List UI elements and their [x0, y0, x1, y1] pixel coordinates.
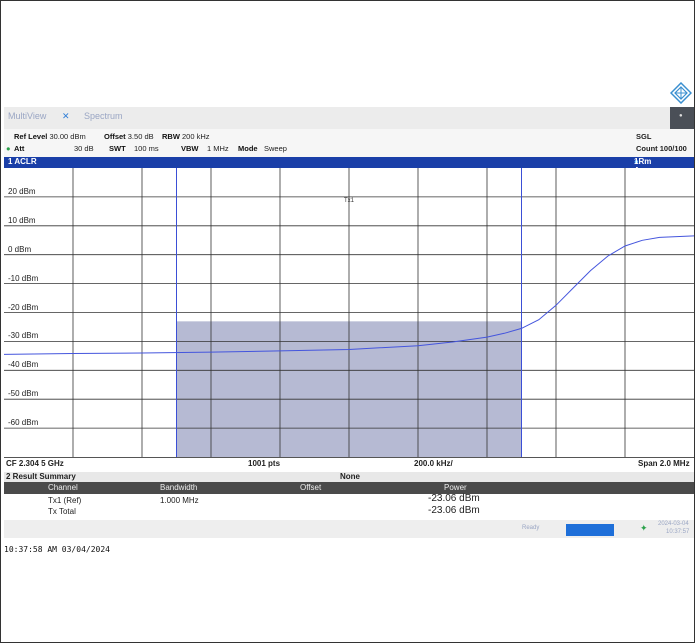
mode-label: Mode: [238, 144, 258, 153]
att-indicator-icon: ●: [6, 144, 11, 153]
result-summary-header: 2 Result Summary None: [4, 472, 694, 482]
spectrum-chart-svg: Tx1: [3, 168, 695, 457]
row-channel: Tx1 (Ref): [48, 496, 82, 505]
settings-panel[interactable]: Ref Level 30.00 dBm Offset 3.50 dB RBW 2…: [4, 129, 694, 157]
menu-button[interactable]: [670, 107, 694, 129]
plot-footer: CF 2.304 5 GHz 1001 pts 200.0 kHz/ Span …: [4, 457, 694, 470]
tab-close-icon[interactable]: ✕: [62, 111, 70, 122]
offset-value: 3.50 dB: [127, 132, 154, 141]
spectrum-plot[interactable]: Tx1 20 dBm 10 dBm 0 dBm -10 dBm -20 dBm -30 d…: [3, 168, 695, 457]
table-row: Tx Total -23.06 dBm: [4, 505, 694, 517]
y-axis-label: 10 dBm: [8, 215, 36, 225]
att-label: Att: [14, 144, 25, 153]
center-frequency: CF 2.304 5 GHz: [6, 459, 64, 468]
row-bandwidth: 1.000 MHz: [160, 496, 199, 505]
vbw-value: 1 MHz: [207, 144, 229, 153]
tab-multiview[interactable]: MultiView: [8, 111, 46, 121]
progress-bar: [566, 524, 614, 536]
ready-label: Ready: [522, 525, 540, 531]
y-axis-label: -50 dBm: [8, 389, 39, 399]
col-bandwidth: Bandwidth: [160, 483, 198, 492]
col-channel: Channel: [48, 483, 78, 492]
channel-marker-label: Tx1: [344, 198, 355, 204]
swt-label: SWT: [109, 144, 126, 153]
sweep-count: Count 100/100: [636, 144, 687, 153]
status-date: 2024-03-04: [658, 521, 689, 527]
chart-title-bar: 1 ACLR ● 1Rm Avg: [4, 157, 694, 175]
mode-value: Sweep: [264, 144, 287, 153]
vbw-label: VBW: [181, 144, 199, 153]
y-axis-label: -60 dBm: [8, 418, 39, 428]
row-power: -23.06 dBm: [428, 493, 480, 504]
tabs-bar: MultiView ✕ Spectrum: [4, 107, 694, 129]
ref-level-label: Ref Level: [14, 132, 48, 141]
span: Span 2.0 MHz: [638, 459, 690, 468]
ref-level-value: 30.00 dBm: [49, 132, 86, 141]
sgl-indicator: SGL: [636, 132, 652, 141]
swt-value: 100 ms: [134, 144, 159, 153]
status-bar: Ready ✦ 2024-03-04 10:37:57: [4, 520, 694, 538]
summary-none-label: None: [340, 472, 360, 481]
rbw-label: RBW: [162, 132, 180, 141]
result-summary-title: 2 Result Summary: [6, 472, 76, 481]
y-axis-label: -20 dBm: [8, 302, 39, 312]
status-time: 10:37:57: [666, 529, 690, 535]
col-offset: Offset: [300, 483, 322, 492]
col-power: Power: [444, 483, 467, 492]
chart-title: 1 ACLR: [8, 157, 37, 166]
rohde-schwarz-logo: [670, 82, 692, 104]
att-value: 30 dB: [74, 144, 94, 153]
tab-spectrum[interactable]: Spectrum: [84, 111, 123, 121]
summary-column-headers: Channel Bandwidth Offset Power: [4, 482, 694, 494]
row-power: -23.06 dBm: [428, 505, 480, 516]
network-icon: ✦: [640, 523, 648, 533]
capture-timestamp: 10:37:58 AM 03/04/2024: [4, 545, 110, 554]
offset-label: Offset: [104, 132, 126, 141]
frequency-per-div: 200.0 kHz/: [414, 459, 453, 468]
y-axis-label: -40 dBm: [8, 360, 39, 370]
y-axis-label: 20 dBm: [8, 186, 36, 196]
y-axis-label: -10 dBm: [8, 273, 39, 283]
table-row: Tx1 (Ref) 1.000 MHz -23.06 dBm: [4, 493, 694, 506]
y-axis-label: 0 dBm: [8, 244, 32, 254]
rbw-value: 200 kHz: [182, 132, 210, 141]
y-axis-label: -30 dBm: [8, 331, 39, 341]
sweep-points: 1001 pts: [248, 459, 281, 468]
row-channel: Tx Total: [48, 507, 76, 516]
